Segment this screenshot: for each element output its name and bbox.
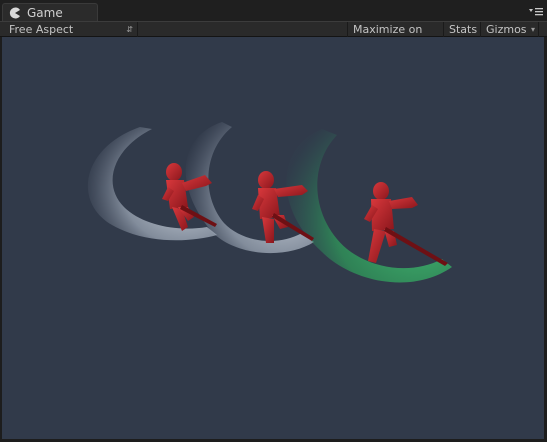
stats-toggle[interactable]: Stats [444,22,481,37]
game-toolbar: Free Aspect ⇵ Maximize on Play Stats Giz… [0,21,547,51]
scene [87,122,452,283]
stats-label: Stats [449,23,478,36]
pacman-icon [9,7,21,19]
red-knight-3 [364,182,448,266]
tab-title: Game [27,5,63,20]
gizmos-label: Gizmos [486,23,527,36]
game-viewport[interactable] [2,37,544,439]
tab-game[interactable]: Game [2,3,98,21]
window-menu-icon[interactable] [529,6,543,18]
tab-bar: Game [0,0,547,21]
chevron-down-icon: ▾ [530,25,535,34]
gizmos-dropdown[interactable]: Gizmos ▾ [481,22,539,37]
dropdown-arrows-icon: ⇵ [126,25,133,34]
aspect-label: Free Aspect [9,23,74,36]
maximize-on-play-toggle[interactable]: Maximize on Play [347,22,444,51]
aspect-dropdown[interactable]: Free Aspect ⇵ [4,22,138,37]
